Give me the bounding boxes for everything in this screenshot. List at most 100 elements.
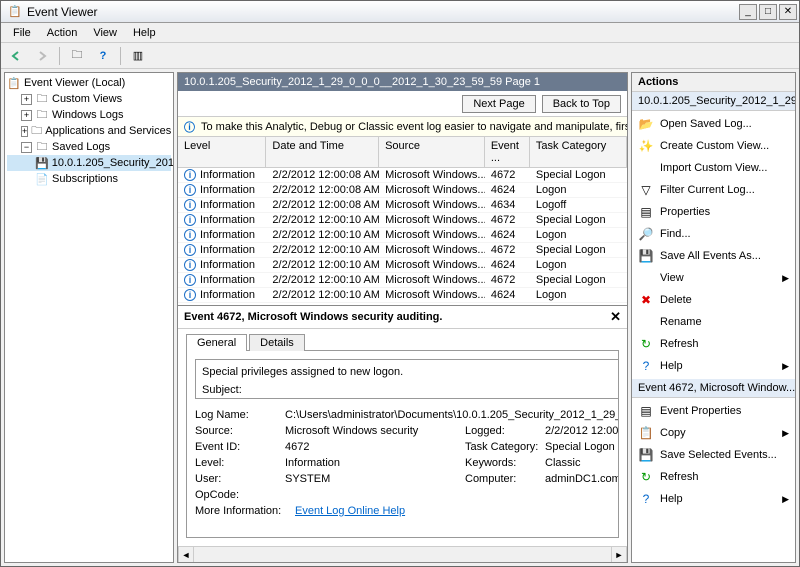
action-label: Save Selected Events... — [660, 449, 777, 461]
action-label: Create Custom View... — [660, 140, 769, 152]
info-bar: ⓘ To make this Analytic, Debug or Classi… — [178, 117, 627, 137]
scroll-right-icon[interactable]: ► — [611, 547, 627, 562]
action-save-selected-events[interactable]: 💾Save Selected Events... — [632, 444, 795, 466]
next-page-button[interactable]: Next Page — [462, 95, 535, 113]
scroll-left-icon[interactable]: ◄ — [178, 547, 194, 562]
back-button[interactable] — [5, 45, 27, 67]
action-event-properties[interactable]: ▤Event Properties — [632, 400, 795, 422]
detail-close-button[interactable]: ✕ — [610, 309, 621, 325]
detail-header: Event 4672, Microsoft Windows security a… — [178, 306, 627, 329]
event-row[interactable]: iInformation2/2/2012 12:00:08 AMMicrosof… — [178, 168, 627, 183]
app-icon: 📋 — [7, 4, 23, 20]
event-row[interactable]: iInformation2/2/2012 12:00:10 AMMicrosof… — [178, 228, 627, 243]
folder-icon: 🗀 — [31, 124, 42, 138]
events-header: 10.0.1.205_Security_2012_1_29_0_0_0__201… — [178, 73, 627, 91]
action-save-all-events-as[interactable]: 💾 Save All Events As... — [632, 245, 795, 267]
prop-user: SYSTEM — [285, 473, 465, 485]
action-properties[interactable]: ▤Properties — [632, 201, 795, 223]
menu-view[interactable]: View — [85, 25, 125, 41]
collapse-icon[interactable]: − — [21, 142, 32, 153]
tree-saved-logs[interactable]: − 🗀 Saved Logs — [7, 139, 171, 155]
actions-section-event[interactable]: Event 4672, Microsoft Window... ▲ — [632, 379, 795, 398]
action-delete[interactable]: ✖ Delete — [632, 289, 795, 311]
info-text: To make this Analytic, Debug or Classic … — [201, 121, 627, 133]
prop-computer: adminDC1.company.local — [545, 473, 619, 485]
event-row[interactable]: iInformation2/2/2012 12:00:08 AMMicrosof… — [178, 183, 627, 198]
action-refresh[interactable]: ↻Refresh — [632, 466, 795, 488]
info-icon: i — [184, 214, 196, 226]
action-label: Filter Current Log... — [660, 184, 755, 196]
saved-log-icon: 💾 — [35, 156, 49, 170]
tree-applications-services[interactable]: + 🗀 Applications and Services Lo — [7, 123, 171, 139]
info-icon: i — [184, 289, 196, 301]
expand-icon[interactable]: + — [21, 94, 32, 105]
close-button[interactable]: ✕ — [779, 4, 797, 20]
detail-hscroll[interactable]: ◄ ► — [178, 546, 627, 562]
show-hide-tree-button[interactable]: 🗀 — [66, 45, 88, 67]
action-rename[interactable]: Rename — [632, 311, 795, 333]
action-icon: 💾 — [638, 248, 654, 264]
actions-list-log: 📂Open Saved Log...✨Create Custom View...… — [632, 111, 795, 379]
action-filter-current-log[interactable]: ▽Filter Current Log... — [632, 179, 795, 201]
action-view[interactable]: View▶ — [632, 267, 795, 289]
action-label: Delete — [660, 294, 692, 306]
action-refresh[interactable]: ↻Refresh — [632, 333, 795, 355]
tab-details[interactable]: Details — [249, 334, 305, 351]
event-row[interactable]: iInformation2/2/2012 12:00:08 AMMicrosof… — [178, 198, 627, 213]
expand-icon[interactable]: + — [21, 126, 28, 137]
refresh-toolbar-button[interactable]: ▥ — [127, 45, 149, 67]
menu-file[interactable]: File — [5, 25, 39, 41]
action-find[interactable]: 🔎Find... — [632, 223, 795, 245]
col-eventid[interactable]: Event ... — [485, 137, 530, 167]
event-row[interactable]: iInformation2/2/2012 12:00:10 AMMicrosof… — [178, 288, 627, 303]
event-row[interactable]: iInformation2/2/2012 12:00:10 AMMicrosof… — [178, 243, 627, 258]
expand-icon[interactable]: + — [21, 110, 32, 121]
actions-panel: Actions 10.0.1.205_Security_2012_1_29_..… — [631, 72, 796, 563]
tree-saved-log-item[interactable]: 💾 10.0.1.205_Security_2012_ — [7, 155, 171, 171]
app-window: 📋 Event Viewer _ □ ✕ File Action View He… — [0, 0, 800, 567]
grid-body[interactable]: iInformation2/2/2012 12:00:08 AMMicrosof… — [178, 168, 627, 305]
action-import-custom-view[interactable]: Import Custom View... — [632, 157, 795, 179]
action-help[interactable]: ?Help▶ — [632, 488, 795, 510]
event-row[interactable]: iInformation2/2/2012 12:00:10 AMMicrosof… — [178, 258, 627, 273]
action-icon: ✖ — [638, 292, 654, 308]
menu-action[interactable]: Action — [39, 25, 86, 41]
action-copy[interactable]: 📋Copy▶ — [632, 422, 795, 444]
info-icon: i — [184, 244, 196, 256]
tree-subscriptions[interactable]: 📄 Subscriptions — [7, 171, 171, 187]
action-label: Refresh — [660, 471, 699, 483]
events-grid[interactable]: Level Date and Time Source Event ... Tas… — [178, 137, 627, 305]
action-create-custom-view[interactable]: ✨Create Custom View... — [632, 135, 795, 157]
action-icon: 📋 — [638, 425, 654, 441]
menu-help[interactable]: Help — [125, 25, 164, 41]
event-log-help-link[interactable]: Event Log Online Help — [295, 505, 405, 517]
action-label: Help — [660, 493, 683, 505]
tree-custom-views[interactable]: + 🗀 Custom Views — [7, 91, 171, 107]
folder-icon: 🗀 — [35, 92, 49, 106]
help-toolbar-button[interactable]: ? — [92, 45, 114, 67]
tab-general[interactable]: General — [186, 334, 247, 351]
maximize-button[interactable]: □ — [759, 4, 777, 20]
col-datetime[interactable]: Date and Time — [266, 137, 379, 167]
info-icon: i — [184, 259, 196, 271]
event-row[interactable]: iInformation2/2/2012 12:00:10 AMMicrosof… — [178, 213, 627, 228]
minimize-button[interactable]: _ — [739, 4, 757, 20]
actions-section-log[interactable]: 10.0.1.205_Security_2012_1_29_... ▲ — [632, 92, 795, 111]
titlebar[interactable]: 📋 Event Viewer _ □ ✕ — [1, 1, 799, 23]
navigation-tree[interactable]: 📋 Event Viewer (Local) + 🗀 Custom Views … — [5, 73, 173, 562]
tree-root[interactable]: 📋 Event Viewer (Local) — [7, 75, 171, 91]
action-help[interactable]: ?Help▶ — [632, 355, 795, 377]
col-level[interactable]: Level — [178, 137, 266, 167]
col-taskcat[interactable]: Task Category — [530, 137, 627, 167]
event-message: Special privileges assigned to new logon… — [195, 359, 619, 399]
action-icon — [638, 270, 654, 286]
action-label: Save All Events As... — [660, 250, 761, 262]
forward-button[interactable] — [31, 45, 53, 67]
info-icon: i — [184, 199, 196, 211]
back-to-top-button[interactable]: Back to Top — [542, 95, 621, 113]
action-icon: 🔎 — [638, 226, 654, 242]
col-source[interactable]: Source — [379, 137, 485, 167]
event-row[interactable]: iInformation2/2/2012 12:00:10 AMMicrosof… — [178, 273, 627, 288]
action-open-saved-log[interactable]: 📂Open Saved Log... — [632, 113, 795, 135]
grid-header[interactable]: Level Date and Time Source Event ... Tas… — [178, 137, 627, 168]
